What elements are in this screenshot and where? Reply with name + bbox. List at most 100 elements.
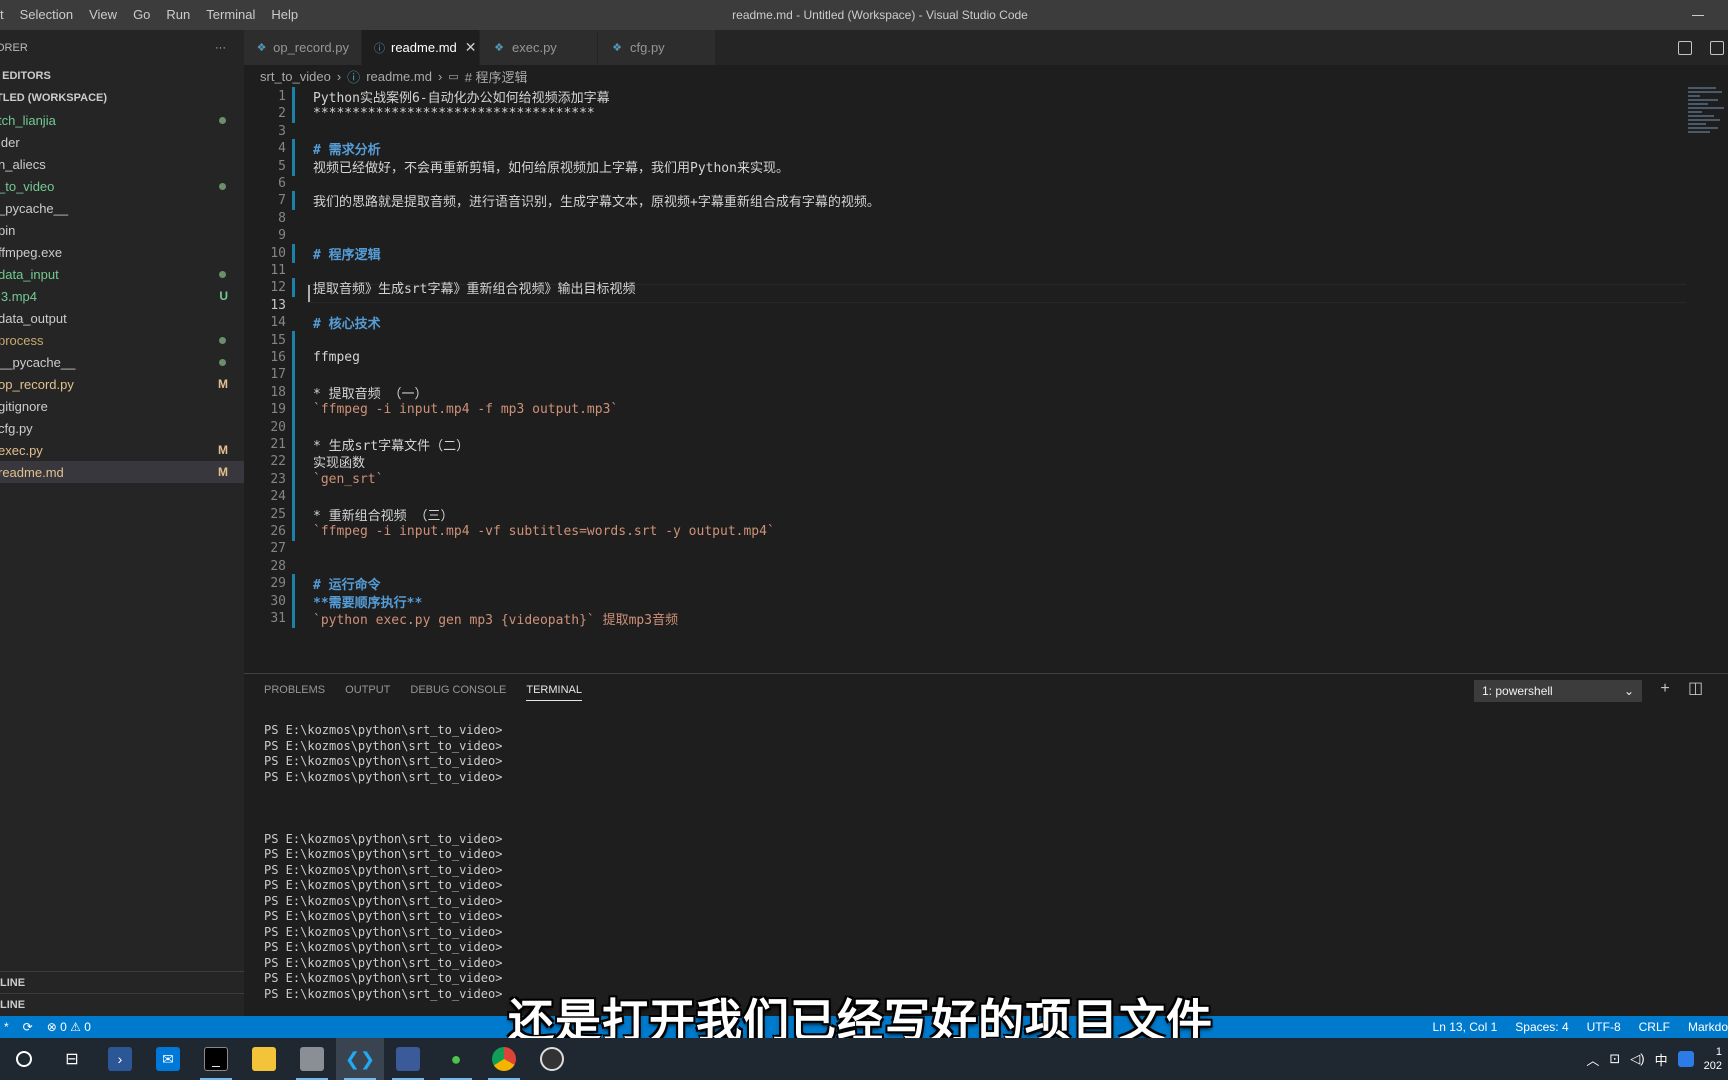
sync-icon[interactable]: ⟳ — [23, 1020, 33, 1034]
panel-tab-problems[interactable]: PROBLEMS — [264, 684, 325, 700]
git-gutter-indicator — [292, 557, 303, 576]
editor-tab[interactable]: ❖ cfg.py — [598, 30, 716, 65]
chrome-icon[interactable] — [480, 1038, 528, 1080]
timeline-section[interactable]: LINE — [0, 993, 244, 1015]
minimap[interactable] — [1688, 87, 1728, 177]
split-terminal-icon[interactable]: ◫ — [1688, 681, 1703, 697]
file-tree-item[interactable]: tch_lianjia — [0, 109, 244, 131]
language-mode[interactable]: Markdo — [1688, 1020, 1728, 1034]
minimize-button[interactable] — [1668, 0, 1728, 30]
code-line: 7 我们的思路就是提取音频，进行语音识别，生成字幕文本，原视频+字幕重新组合成有字… — [244, 191, 1684, 211]
code-text: **需要顺序执行** — [313, 595, 423, 611]
code-editor[interactable]: 1 Python实战案例6-自动化办公如何给视频添加字幕 2 ************… — [244, 87, 1728, 673]
more-actions-icon[interactable]: ··· — [215, 42, 226, 54]
menu-view[interactable]: View — [81, 0, 125, 30]
breadcrumb-symbol[interactable]: # 程序逻辑 — [465, 67, 528, 86]
wechat-icon[interactable]: ● — [432, 1038, 480, 1080]
editor-tab[interactable]: ❖ op_record.py — [244, 30, 362, 65]
code-line: 2 ************************************ — [244, 104, 1684, 124]
open-preview-icon[interactable] — [1678, 40, 1692, 55]
menu-help[interactable]: Help — [263, 0, 306, 30]
task-view-icon[interactable]: ⊟ — [48, 1038, 96, 1080]
problems-indicator[interactable]: ⊗ 0 ⚠ 0 — [47, 1020, 91, 1034]
git-status-badge: M — [218, 377, 228, 391]
code-line: 28 — [244, 557, 1684, 576]
branch-indicator[interactable]: * — [4, 1020, 9, 1034]
clock[interactable]: 1 202 — [1704, 1045, 1722, 1073]
code-text: 实现函数 — [313, 456, 366, 472]
workspace-section[interactable]: TLED (WORKSPACE) — [0, 87, 244, 109]
open-editors-section[interactable]: I EDITORS — [0, 65, 244, 87]
file-tree-item[interactable]: gitignore — [0, 395, 244, 417]
file-tree-item[interactable]: _to_video — [0, 175, 244, 197]
file-explorer-icon[interactable] — [240, 1038, 288, 1080]
breadcrumb-folder[interactable]: srt_to_video — [260, 69, 331, 84]
file-tree-item[interactable]: __pycache__ — [0, 351, 244, 373]
terminal-line: PS E:\kozmos\python\srt_to_video> — [264, 769, 503, 784]
git-gutter-indicator — [292, 191, 303, 211]
obs-icon[interactable] — [528, 1038, 576, 1080]
file-tree-item[interactable]: i3.mp4 U — [0, 285, 244, 307]
encoding[interactable]: UTF-8 — [1587, 1020, 1621, 1034]
panel-tab-debug-console[interactable]: DEBUG CONSOLE — [410, 684, 506, 700]
editor-tab[interactable]: ❖ exec.py — [480, 30, 598, 65]
git-gutter-indicator — [292, 174, 303, 193]
tab-label: op_record.py — [273, 40, 349, 55]
file-tree-item[interactable]: readme.md M — [0, 461, 244, 483]
menu-go[interactable]: Go — [125, 0, 158, 30]
close-icon[interactable]: ✕ — [465, 39, 477, 56]
code-line: 17 — [244, 365, 1684, 385]
file-tree-item[interactable]: op_record.py M — [0, 373, 244, 395]
app-tray-icon[interactable] — [1677, 1051, 1694, 1067]
code-line: 3 — [244, 122, 1684, 141]
cursor-position[interactable]: Ln 13, Col 1 — [1433, 1020, 1498, 1034]
menu-file[interactable]: t — [0, 0, 12, 30]
remote-desktop-icon[interactable] — [384, 1038, 432, 1080]
git-gutter-indicator — [292, 209, 303, 228]
code-line: 29 # 运行命令 — [244, 574, 1684, 594]
file-tree-item[interactable]: process — [0, 329, 244, 351]
mail-icon[interactable]: ✉ — [144, 1038, 192, 1080]
code-text: `gen_srt` — [313, 471, 384, 487]
search-icon[interactable] — [0, 1038, 48, 1080]
file-tree-item[interactable]: _pycache__ — [0, 197, 244, 219]
powershell-icon[interactable]: › — [96, 1038, 144, 1080]
volume-icon[interactable]: ◁) — [1630, 1051, 1644, 1067]
panel-tab-terminal[interactable]: TERMINAL — [526, 684, 582, 701]
chevron-right-icon: › — [437, 68, 443, 84]
panel-tab-output[interactable]: OUTPUT — [345, 684, 390, 700]
tab-label: exec.py — [512, 40, 557, 55]
vscode-icon[interactable]: ❮❯ — [336, 1038, 384, 1080]
terminal-select[interactable]: 1: powershell ⌄ — [1474, 680, 1642, 702]
line-ending[interactable]: CRLF — [1639, 1020, 1670, 1034]
ime-indicator[interactable]: 中 — [1655, 1050, 1668, 1069]
terminal-app-icon[interactable]: _ — [192, 1038, 240, 1080]
git-gutter-indicator — [292, 417, 303, 437]
file-tree-item[interactable]: exec.py M — [0, 439, 244, 461]
file-tree-item[interactable]: cfg.py — [0, 417, 244, 439]
editor-tab[interactable]: ⓘ readme.md ✕ — [362, 30, 480, 65]
menu-run[interactable]: Run — [158, 0, 198, 30]
file-tree-item[interactable]: bin — [0, 219, 244, 241]
git-gutter-indicator — [292, 487, 303, 507]
split-editor-icon[interactable] — [1710, 40, 1724, 55]
terminal-output[interactable]: PS E:\kozmos\python\srt_to_video> PS E:\k… — [264, 723, 502, 1002]
terminal-line: PS E:\kozmos\python\srt_to_video> — [264, 909, 503, 923]
new-terminal-icon[interactable]: + — [1658, 681, 1672, 697]
line-number: 22 — [270, 454, 286, 470]
network-icon[interactable]: ⊡ — [1609, 1051, 1620, 1067]
file-tree-item[interactable]: data_input — [0, 263, 244, 285]
menu-selection[interactable]: Selection — [12, 0, 81, 30]
file-tree-item[interactable]: ffmpeg.exe — [0, 241, 244, 263]
breadcrumb-file[interactable]: readme.md — [366, 69, 432, 84]
app-icon[interactable] — [288, 1038, 336, 1080]
file-tree-item[interactable]: n_aliecs — [0, 153, 244, 175]
outline-section[interactable]: LINE — [0, 971, 244, 993]
indentation[interactable]: Spaces: 4 — [1515, 1020, 1568, 1034]
menu-terminal[interactable]: Terminal — [198, 0, 263, 30]
file-tree-item[interactable]: data_output — [0, 307, 244, 329]
line-number: 17 — [270, 367, 286, 383]
tray-expand-icon[interactable]: ︿ — [1586, 1050, 1599, 1069]
file-tree-item[interactable]: ider — [0, 131, 244, 153]
code-text: 视频已经做好，不会再重新剪辑，如何给原视频加上字幕，我们用Python来实现。 — [313, 160, 789, 176]
